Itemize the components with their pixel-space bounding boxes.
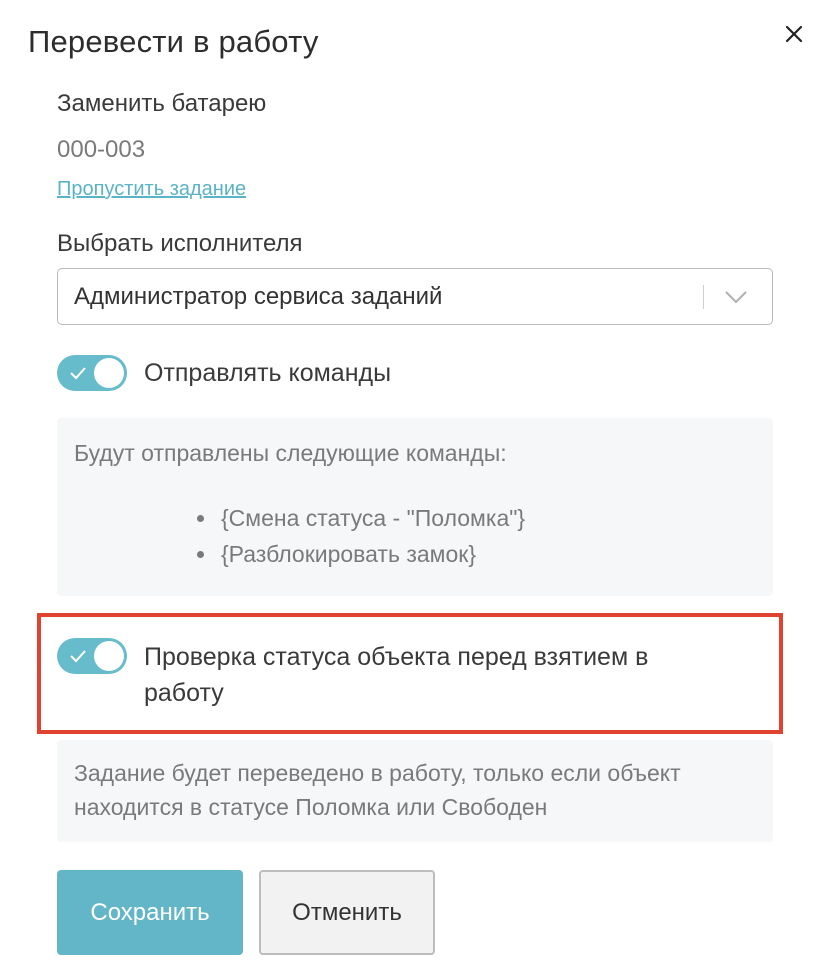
assignee-select[interactable]: Администратор сервиса заданий [57,268,773,325]
status-check-label-line2: работу [144,679,224,707]
close-icon [785,25,803,43]
modal-title: Перевести в работу [28,24,319,59]
command-item: {Разблокировать замок} [197,536,525,572]
cancel-button[interactable]: Отменить [259,870,435,955]
task-code: 000-003 [57,136,146,163]
check-icon [70,650,86,663]
send-commands-label: Отправлять команды [144,359,392,387]
status-check-toggle[interactable] [57,638,127,674]
command-item: {Смена статуса - "Поломка"} [197,500,525,536]
status-check-note: Задание будет переведено в работу, тольк… [74,760,681,820]
assignee-select-value: Администратор сервиса заданий [74,283,443,310]
task-name: Заменить батарею [57,90,267,117]
check-icon [70,367,86,380]
assignee-label: Выбрать исполнителя [57,230,303,257]
status-check-label-line1: Проверка статуса объекта перед взятием в [144,643,649,671]
toggle-knob [94,358,124,388]
commands-intro: Будут отправлены следующие команды: [74,440,507,466]
close-button[interactable] [780,20,808,48]
save-button[interactable]: Сохранить [57,870,243,955]
toggle-knob [94,641,124,671]
status-check-panel: Задание будет переведено в работу, тольк… [57,740,773,842]
chevron-down-icon [725,291,747,304]
select-divider [703,285,704,309]
commands-list: {Смена статуса - "Поломка"} {Разблокиров… [197,500,525,572]
send-commands-toggle[interactable] [57,355,127,391]
skip-task-link[interactable]: Пропустить задание [57,178,246,201]
commands-panel: Будут отправлены следующие команды: {Сме… [57,418,773,596]
